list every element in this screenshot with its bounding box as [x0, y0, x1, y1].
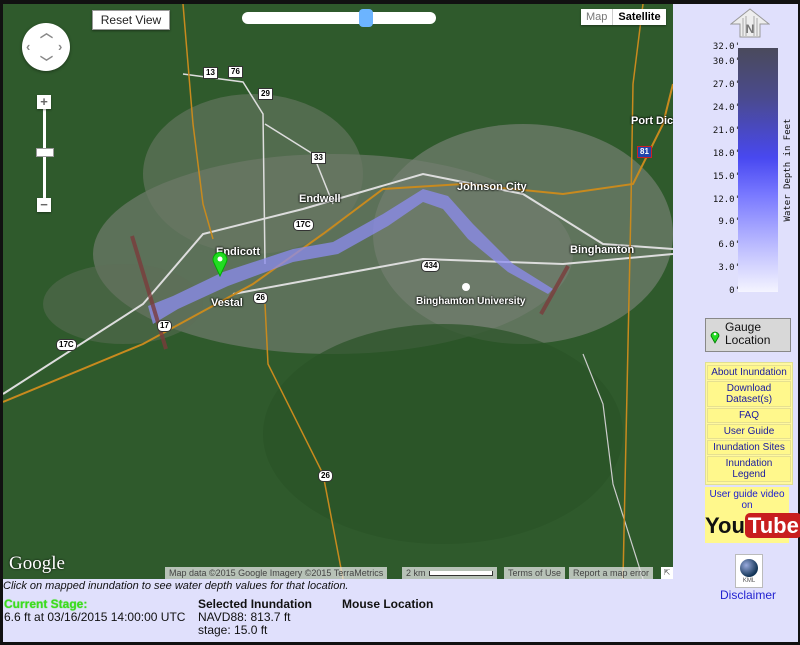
disclaimer-link[interactable]: Disclaimer	[720, 588, 776, 602]
map-scale[interactable]: 2 km	[402, 567, 497, 579]
info-links: About Inundation Download Dataset(s) FAQ…	[705, 362, 793, 485]
gauge-location-button[interactable]: Gauge Location	[705, 318, 791, 352]
legend-tick: 0'	[729, 286, 740, 296]
place-label-vestal: Vestal	[211, 297, 243, 309]
legend-tick: 9.0'	[718, 217, 740, 228]
pan-left-icon[interactable]: ‹	[26, 40, 30, 53]
route-shield: 434	[421, 260, 441, 272]
link-inundation-sites[interactable]: Inundation Sites	[707, 440, 791, 455]
north-arrow-icon: N	[730, 8, 770, 38]
legend-tick: 21.0'	[712, 125, 740, 136]
legend-title: Water Depth in Feet	[783, 118, 793, 222]
opacity-slider[interactable]	[242, 9, 436, 27]
link-faq[interactable]: FAQ	[707, 408, 791, 423]
reset-view-button[interactable]: Reset View	[92, 10, 170, 30]
satellite-imagery	[3, 4, 673, 579]
legend-tick: 6.0'	[718, 240, 740, 251]
google-earth-icon	[740, 559, 758, 577]
link-download-datasets[interactable]: Download Dataset(s)	[707, 381, 791, 407]
route-shield: 76	[228, 66, 243, 78]
report-map-error-link[interactable]: Report a map error	[569, 567, 654, 579]
route-shield: 26	[318, 470, 333, 482]
scale-label: 2 km	[406, 568, 426, 578]
legend-tick: 27.0'	[712, 80, 740, 91]
map-viewport[interactable]: Reset View Map Satellite ︿ ﹀ ‹ › + − End…	[3, 4, 673, 579]
place-label-port-dickinson: Port Dic	[631, 115, 673, 127]
legend-tick: 24.0'	[712, 103, 740, 113]
interstate-shield: 81	[637, 146, 652, 158]
pan-down-icon[interactable]: ﹀	[40, 56, 53, 69]
opacity-slider-handle[interactable]	[359, 9, 373, 27]
place-label-binghamton: Binghamton	[570, 244, 635, 256]
page-frame: Reset View Map Satellite ︿ ﹀ ‹ › + − End…	[3, 4, 800, 642]
kml-download-icon[interactable]: KML	[735, 554, 763, 588]
route-shield: 17C	[293, 219, 314, 231]
gauge-marker-icon[interactable]	[212, 251, 228, 277]
zoom-out-button[interactable]: −	[37, 198, 51, 212]
gauge-location-label: Gauge Location	[725, 320, 771, 347]
link-user-guide[interactable]: User Guide	[707, 424, 791, 439]
selected-inundation-panel: Selected Inundation NAVD88: 813.7 ft sta…	[198, 598, 312, 637]
map-attribution: Map data ©2015 Google Imagery ©2015 Terr…	[165, 567, 388, 579]
route-shield: 17C	[56, 339, 77, 351]
legend-tick: 12.0'	[712, 194, 740, 205]
map-hint: Click on mapped inundation to see water …	[3, 580, 349, 592]
youtube-caption: User guide video on	[709, 489, 785, 511]
legend-tick: 15.0'	[712, 171, 740, 182]
university-icon	[462, 283, 470, 291]
route-shield: 29	[258, 88, 273, 100]
place-label-binghamton-university: Binghamton University	[416, 296, 526, 307]
route-shield: 33	[311, 152, 326, 164]
current-stage-panel: Current Stage: 6.6 ft at 03/16/2015 14:0…	[4, 598, 185, 624]
route-shield: 17	[157, 320, 172, 332]
mouse-location-panel: Mouse Location	[342, 598, 433, 611]
zoom-in-button[interactable]: +	[37, 95, 51, 109]
pan-control[interactable]: ︿ ﹀ ‹ ›	[22, 23, 70, 71]
pan-right-icon[interactable]: ›	[58, 40, 62, 53]
legend-tick: 32.0'	[712, 42, 740, 52]
legend-tick: 18.0'	[712, 148, 740, 159]
water-depth-color-scale	[738, 48, 778, 292]
route-shield: 26	[253, 292, 268, 304]
map-type-satellite-button[interactable]: Satellite	[613, 9, 666, 25]
link-inundation-legend[interactable]: Inundation Legend	[707, 456, 791, 482]
map-type-map-button[interactable]: Map	[581, 9, 614, 25]
youtube-user-guide-link[interactable]: User guide video on You Tube	[705, 487, 800, 543]
map-type-control: Map Satellite	[581, 9, 666, 25]
legend-tick: 3.0'	[718, 263, 740, 274]
selected-stage: stage: 15.0 ft	[198, 623, 268, 637]
place-label-johnson-city: Johnson City	[457, 181, 527, 193]
fullscreen-icon[interactable]: ⇱	[661, 567, 673, 579]
current-stage-value: 6.6 ft at 03/16/2015 14:00:00 UTC	[4, 610, 186, 624]
place-label-endwell: Endwell	[299, 193, 341, 205]
youtube-logo: You Tube	[705, 513, 800, 539]
route-shield: 13	[203, 67, 218, 79]
svg-text:N: N	[746, 22, 755, 36]
pan-up-icon[interactable]: ︿	[40, 26, 53, 39]
zoom-slider-handle[interactable]	[36, 148, 54, 157]
kml-label: KML	[742, 578, 756, 584]
scale-bar	[428, 571, 493, 577]
mouse-location-heading: Mouse Location	[342, 597, 434, 611]
terms-of-use-link[interactable]: Terms of Use	[504, 567, 566, 579]
link-about-inundation[interactable]: About Inundation	[707, 365, 791, 380]
legend-tick: 30.0'	[712, 57, 740, 68]
gauge-marker-icon	[710, 331, 720, 344]
google-logo: Google	[9, 553, 65, 574]
